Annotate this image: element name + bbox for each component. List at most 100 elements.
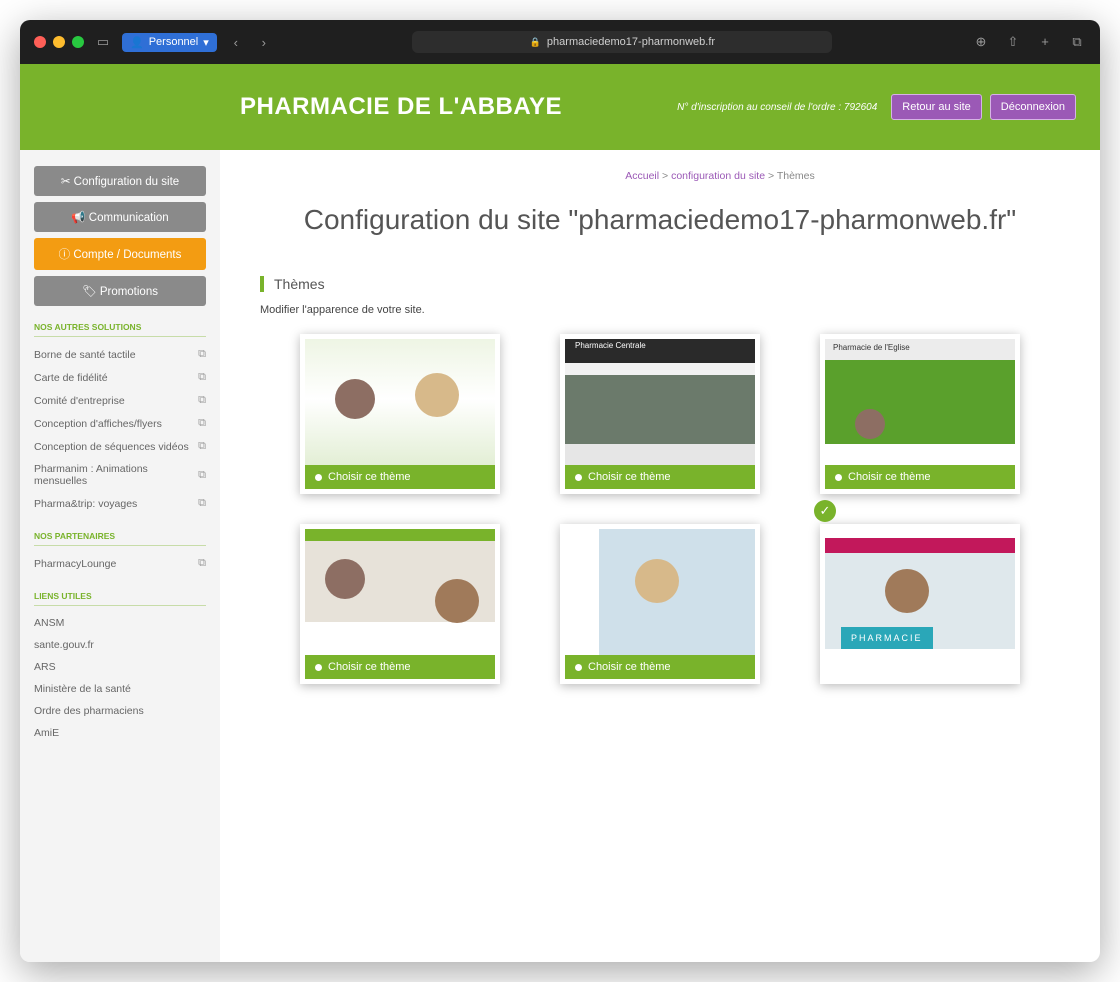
preview-header: Pharmacie de l'Eglise — [833, 343, 910, 352]
preview-pharmacie-label: PHARMACIE — [841, 627, 933, 649]
selected-check-icon: ✓ — [814, 500, 836, 522]
sidebar-link-label: Pharma&trip: voyages — [34, 497, 138, 510]
site-header: PHARMACIE DE L'ABBAYE N° d'inscription a… — [20, 64, 1100, 150]
communication-label: Communication — [88, 212, 169, 224]
main-content: Accueil > configuration du site > Thèmes… — [220, 150, 1100, 962]
choose-theme-button[interactable]: Choisir ce thème — [565, 465, 755, 489]
choose-theme-label: Choisir ce thème — [588, 661, 671, 673]
sidebar-toggle-icon[interactable]: ▭ — [94, 34, 112, 50]
user-icon: 👤 — [130, 36, 144, 49]
promotions-label: Promotions — [99, 286, 158, 298]
sidebar-link-ars[interactable]: ARS — [34, 656, 206, 678]
external-link-icon: ⧉ — [198, 348, 206, 360]
chevron-down-icon: ▾ — [203, 36, 209, 49]
tools-icon: ✂ — [60, 176, 74, 188]
choose-theme-button[interactable]: Choisir ce thème — [305, 465, 495, 489]
sidebar-link-borne[interactable]: Borne de santé tactile ⧉ — [34, 343, 206, 366]
sidebar-link-label: Carte de fidélité — [34, 371, 108, 384]
breadcrumb-current: Thèmes — [776, 170, 815, 182]
share-icon[interactable]: ⇧ — [1004, 34, 1022, 50]
forward-icon[interactable]: › — [255, 35, 273, 50]
account-documents-button[interactable]: ⓘ Compte / Documents — [34, 238, 206, 270]
sidebar-link-pharmacylounge[interactable]: PharmacyLounge ⧉ — [34, 552, 206, 575]
theme-card[interactable]: Pharmacie Centrale Choisir ce thème — [560, 334, 760, 494]
choose-theme-label: Choisir ce thème — [328, 661, 411, 673]
download-icon[interactable]: ⊕ — [972, 34, 990, 50]
partners-heading: NOS PARTENAIRES — [34, 531, 206, 546]
sidebar-link-videos[interactable]: Conception de séquences vidéos ⧉ — [34, 435, 206, 458]
radio-icon — [315, 473, 322, 481]
new-tab-icon[interactable]: + — [1036, 34, 1054, 50]
sidebar-link-amie[interactable]: AmiE — [34, 722, 206, 744]
sidebar-link-fidelite[interactable]: Carte de fidélité ⧉ — [34, 366, 206, 389]
preview-person — [885, 569, 929, 613]
sidebar-link-voyages[interactable]: Pharma&trip: voyages ⧉ — [34, 492, 206, 515]
sidebar-link-pharmanim[interactable]: Pharmanim : Animations mensuelles ⧉ — [34, 458, 206, 492]
sidebar-link-label: sante.gouv.fr — [34, 639, 94, 651]
theme-card[interactable]: Choisir ce thème — [560, 524, 760, 684]
back-icon[interactable]: ‹ — [227, 35, 245, 50]
communication-button[interactable]: 📢 Communication — [34, 202, 206, 232]
profile-button[interactable]: 👤 Personnel ▾ — [122, 32, 217, 52]
sidebar-link-label: AmiE — [34, 727, 60, 739]
minimize-window-icon[interactable] — [53, 36, 65, 48]
sidebar-link-affiches[interactable]: Conception d'affiches/flyers ⧉ — [34, 412, 206, 435]
choose-theme-button[interactable]: Choisir ce thème — [565, 655, 755, 679]
sidebar-link-ordre[interactable]: Ordre des pharmaciens — [34, 700, 206, 722]
sidebar-link-label: Ordre des pharmaciens — [34, 705, 144, 717]
choose-theme-button[interactable]: Choisir ce thème — [305, 655, 495, 679]
choose-theme-label: Choisir ce thème — [588, 471, 671, 483]
external-link-icon: ⧉ — [198, 497, 206, 509]
theme-card-active[interactable]: PHARMACIE — [820, 524, 1020, 684]
megaphone-icon: 📢 — [71, 212, 89, 224]
sidebar-link-label: Ministère de la santé — [34, 683, 131, 695]
radio-icon — [835, 473, 842, 481]
tag-icon: 🏷 — [82, 286, 100, 298]
sidebar: ✂ Configuration du site 📢 Communication … — [20, 150, 220, 962]
sidebar-link-sante-gouv[interactable]: sante.gouv.fr — [34, 634, 206, 656]
theme-card[interactable]: Choisir ce thème — [300, 334, 500, 494]
sidebar-link-ministere[interactable]: Ministère de la santé — [34, 678, 206, 700]
sidebar-link-comite[interactable]: Comité d'entreprise ⧉ — [34, 389, 206, 412]
breadcrumb-config[interactable]: configuration du site — [671, 170, 765, 182]
sidebar-link-label: ANSM — [34, 617, 65, 629]
preview-person — [335, 379, 375, 419]
site-brand[interactable]: PHARMACIE DE L'ABBAYE — [240, 93, 562, 121]
preview-person — [415, 373, 459, 417]
section-description: Modifier l'apparence de votre site. — [260, 304, 425, 316]
external-link-icon: ⧉ — [198, 394, 206, 406]
sidebar-link-label: Conception de séquences vidéos — [34, 440, 189, 453]
solutions-heading: NOS AUTRES SOLUTIONS — [34, 322, 206, 337]
browser-toolbar: ▭ 👤 Personnel ▾ ‹ › 🔒 pharmaciedemo17-ph… — [20, 20, 1100, 64]
theme-card[interactable]: Pharmacie de l'Eglise Choisir ce thème — [820, 334, 1020, 494]
external-link-icon: ⧉ — [198, 468, 206, 481]
promotions-button[interactable]: 🏷 Promotions — [34, 276, 206, 306]
browser-window: ▭ 👤 Personnel ▾ ‹ › 🔒 pharmaciedemo17-ph… — [20, 20, 1100, 962]
maximize-window-icon[interactable] — [72, 36, 84, 48]
tabs-overview-icon[interactable]: ⧉ — [1068, 34, 1086, 50]
logout-button[interactable]: Déconnexion — [989, 94, 1076, 120]
choose-theme-button[interactable]: Choisir ce thème — [825, 465, 1015, 489]
address-bar[interactable]: 🔒 pharmaciedemo17-pharmonweb.fr — [283, 31, 962, 53]
site-config-label: Configuration du site — [73, 176, 180, 188]
sidebar-link-ansm[interactable]: ANSM — [34, 612, 206, 634]
sidebar-link-label: ARS — [34, 661, 56, 673]
breadcrumb-home[interactable]: Accueil — [625, 170, 659, 182]
radio-icon — [575, 663, 582, 671]
window-controls — [34, 36, 84, 48]
close-window-icon[interactable] — [34, 36, 46, 48]
account-documents-label: Compte / Documents — [73, 249, 182, 261]
themes-grid: Choisir ce thème Pharmacie Centrale Choi… — [260, 334, 1060, 684]
page-title: Configuration du site "pharmaciedemo17-p… — [303, 204, 1017, 235]
theme-card[interactable]: Choisir ce thème — [300, 524, 500, 684]
profile-label: Personnel — [148, 36, 199, 48]
preview-person — [635, 559, 679, 603]
choose-theme-label: Choisir ce thème — [848, 471, 931, 483]
back-to-site-button[interactable]: Retour au site — [891, 94, 982, 120]
sidebar-link-label: Comité d'entreprise — [34, 394, 125, 407]
sidebar-link-label: Borne de santé tactile — [34, 348, 136, 361]
site-config-button[interactable]: ✂ Configuration du site — [34, 166, 206, 196]
breadcrumb-separator: > — [659, 170, 672, 182]
radio-icon — [575, 473, 582, 481]
radio-icon — [315, 663, 322, 671]
